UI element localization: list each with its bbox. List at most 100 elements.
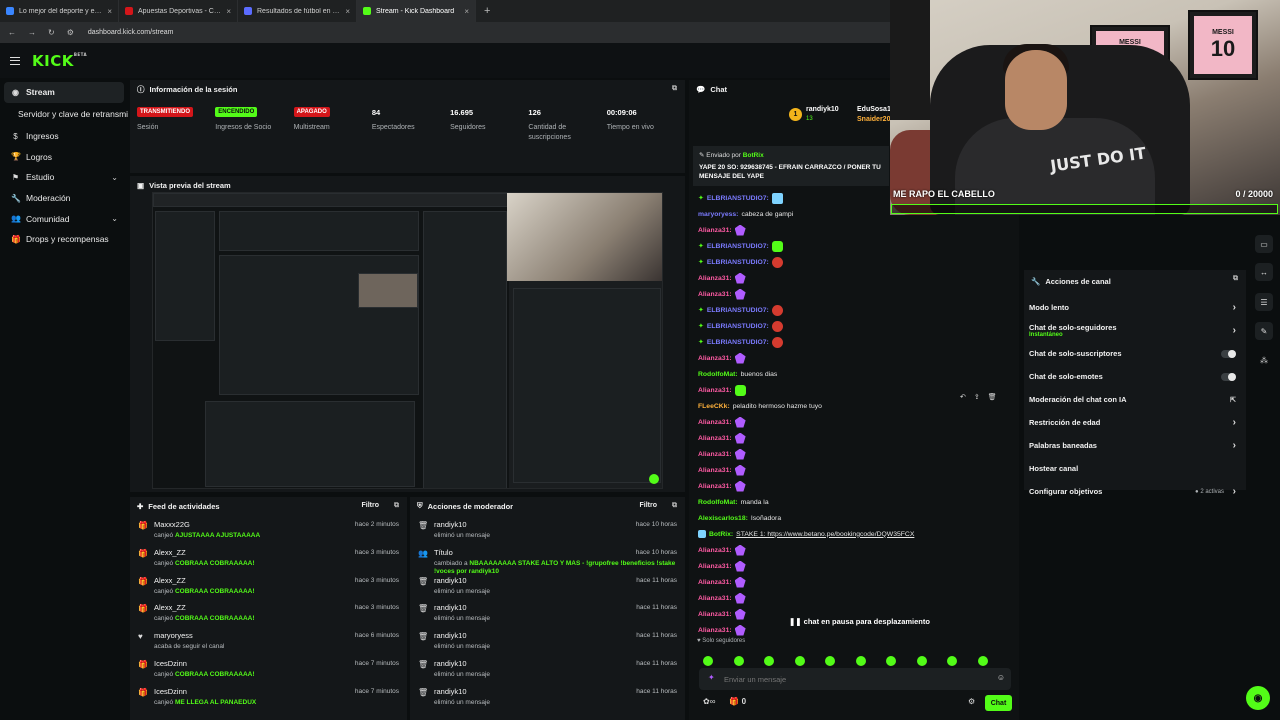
chat-username[interactable]: ELBRIANSTUDIO7: (707, 195, 769, 202)
chat-username[interactable]: BotRix: (709, 531, 733, 538)
popout-icon[interactable]: ⧉ (672, 502, 677, 510)
chat-username[interactable]: maryoryess: (698, 211, 738, 218)
sidebar-item-stream[interactable]: ◉ Stream (4, 82, 124, 103)
mod-filter-button[interactable]: Filtro (640, 502, 658, 509)
list-item[interactable]: 🗑 randiyk10 eliminó un mensaje hace 11 hor… (410, 682, 685, 710)
sidebar-item-servidor[interactable]: Servidor y clave de retransmisión (0, 103, 128, 125)
chat-message[interactable]: Alianza31: (698, 478, 1018, 494)
chat-username[interactable]: ELBRIANSTUDIO7: (707, 339, 769, 346)
sidebar-item-comunidad[interactable]: 👥 Comunidad ⌄ (0, 208, 128, 229)
emote-icon[interactable] (794, 656, 805, 666)
delete-icon[interactable]: 🗑 (988, 393, 997, 401)
gift-icon[interactable]: 🎁 0 (729, 697, 746, 706)
list-item[interactable]: 🎁 Alexx_ZZ canjeó COBRAAA COBRAAAAA! hace 3… (130, 543, 407, 571)
sidebar-item-drops[interactable]: 🎁 Drops y recompensas (0, 229, 128, 250)
channel-action[interactable]: Restricción de edad › (1024, 411, 1246, 434)
chat-username[interactable]: FLeeCKk: (698, 403, 730, 410)
arrows-icon[interactable]: ↔ (1255, 263, 1273, 281)
chat-message[interactable]: Alianza31: (698, 222, 1018, 238)
list-item[interactable]: 🗑 randiyk10 eliminó un mensaje hace 11 hor… (410, 654, 685, 682)
browser-tab[interactable]: Stream - Kick Dashboard × (357, 0, 476, 22)
close-icon[interactable]: × (226, 7, 231, 16)
list-item[interactable]: 🗑 randiyk10 eliminó un mensaje hace 11 hor… (410, 598, 685, 626)
nodes-icon[interactable]: ⁂ (1255, 351, 1273, 369)
chat-username[interactable]: RodolfoMat: (698, 499, 738, 506)
forward-icon[interactable]: → (28, 28, 36, 37)
chevron-down-icon[interactable]: ⌄ (111, 214, 118, 223)
chat-bubble-icon[interactable]: ▭ (1255, 235, 1273, 253)
list-item[interactable]: 🗑 randiyk10 eliminó un mensaje hace 10 hor… (410, 515, 685, 543)
wrench-icon[interactable]: ✎ (1255, 322, 1273, 340)
kick-logo[interactable]: KICKBETA (32, 52, 87, 70)
channel-action[interactable]: Chat de solo-suscriptores (1024, 342, 1246, 365)
chevron-down-icon[interactable]: ⌄ (111, 173, 118, 182)
chat-message[interactable]: BotRix: STAKE 1: https://www.betano.pe/bo… (698, 526, 1018, 542)
list-item[interactable]: 👥 Título cambiado a NBAAAAAAAA STAKE ALTO … (410, 543, 685, 575)
site-info-icon[interactable]: ⚙ (67, 28, 74, 37)
browser-tab[interactable]: Lo mejor del deporte y el entre × (0, 0, 119, 22)
chat-username[interactable]: Alianza31: (698, 547, 732, 554)
reply-icon[interactable]: ↶ (960, 393, 966, 401)
list-item[interactable]: ♥ maryoryess acaba de seguir el canal hace… (130, 626, 407, 654)
chat-message[interactable]: RodolfoMat: buenos dias (698, 366, 1018, 382)
chat-message[interactable]: Alianza31: (698, 446, 1018, 462)
chat-username[interactable]: Alianza31: (698, 611, 732, 618)
address-bar[interactable]: dashboard.kick.com/stream (88, 29, 174, 36)
close-icon[interactable]: × (345, 7, 350, 16)
emote-icon[interactable] (947, 656, 957, 666)
chat-username[interactable]: Alianza31: (698, 435, 732, 442)
feed-filter-button[interactable]: Filtro (362, 502, 380, 509)
chat-username[interactable]: Alexiscarlos18: (698, 515, 748, 522)
chat-message[interactable]: Alianza31: (698, 462, 1018, 478)
list-icon[interactable]: ☰ (1255, 293, 1273, 311)
sidebar-item-moderación[interactable]: 🔧 Moderación (0, 188, 128, 209)
chat-username[interactable]: Alianza31: (698, 595, 732, 602)
chat-username[interactable]: ELBRIANSTUDIO7: (707, 307, 769, 314)
kick-assistant-button[interactable]: ◉ (1246, 686, 1270, 710)
chat-username[interactable]: RodolfoMat: (698, 371, 738, 378)
list-item[interactable]: 🗑 randiyk10 eliminó un mensaje hace 11 hor… (410, 626, 685, 654)
emoji-icon[interactable]: ☺ (997, 673, 1005, 682)
menu-icon[interactable] (10, 56, 20, 65)
chevron-right-icon[interactable]: › (1233, 440, 1236, 451)
toggle-switch[interactable] (1221, 349, 1236, 358)
list-item[interactable]: 🎁 Alexx_ZZ canjeó COBRAAA COBRAAAAA! hace 3… (130, 598, 407, 626)
send-chat-button[interactable]: Chat (985, 695, 1012, 711)
toggle-switch[interactable] (1221, 372, 1236, 381)
emote-icon[interactable] (977, 656, 988, 666)
popout-icon[interactable]: ⧉ (672, 85, 677, 93)
emote-icon[interactable] (855, 656, 866, 666)
channel-action[interactable]: Moderación del chat con IA ⇱ (1024, 388, 1246, 411)
emote-icon[interactable] (825, 656, 835, 666)
chat-username[interactable]: Alianza31: (698, 275, 732, 282)
channel-action[interactable]: Configurar objetivos ● 2 activas › (1024, 480, 1246, 503)
chat-message[interactable]: ✦ ELBRIANSTUDIO7: (698, 334, 1018, 350)
chat-username[interactable]: ELBRIANSTUDIO7: (707, 323, 769, 330)
chat-username[interactable]: Alianza31: (698, 419, 732, 426)
chat-username[interactable]: Alianza31: (698, 627, 732, 634)
chat-username[interactable]: ELBRIANSTUDIO7: (707, 259, 769, 266)
emote-icon[interactable] (733, 656, 744, 666)
chat-username[interactable]: Alianza31: (698, 355, 732, 362)
chat-paused-notice[interactable]: ❚❚ chat en pausa para desplazamiento (789, 617, 930, 626)
sidebar-item-logros[interactable]: 🏆 Logros (0, 146, 128, 167)
list-item[interactable]: 🎁 IcesDzinn canjeó COBRAAA COBRAAAAA! hace … (130, 654, 407, 682)
pin-icon[interactable]: ⇪ (974, 393, 980, 401)
chat-message[interactable]: Alianza31: (698, 590, 1018, 606)
emote-icon[interactable] (916, 656, 927, 666)
close-icon[interactable]: × (464, 7, 469, 16)
new-tab-icon[interactable]: + (476, 5, 498, 17)
reload-icon[interactable]: ↻ (48, 28, 55, 37)
chat-username[interactable]: Alianza31: (698, 467, 732, 474)
browser-tab[interactable]: Apuestas Deportivas - Casa de × (119, 0, 238, 22)
chat-message[interactable]: Alianza31: (698, 270, 1018, 286)
chat-input[interactable] (724, 674, 974, 684)
channel-action[interactable]: Hostear canal (1024, 457, 1246, 480)
chevron-right-icon[interactable]: › (1233, 302, 1236, 313)
chat-message[interactable]: Alianza31: (698, 430, 1018, 446)
browser-tab[interactable]: Resultados de fútbol en directo × (238, 0, 357, 22)
channel-action[interactable]: Modo lento › (1024, 296, 1246, 319)
emote-icon[interactable] (886, 656, 896, 666)
chat-username[interactable]: Alianza31: (698, 387, 732, 394)
chat-username[interactable]: Alianza31: (698, 451, 732, 458)
